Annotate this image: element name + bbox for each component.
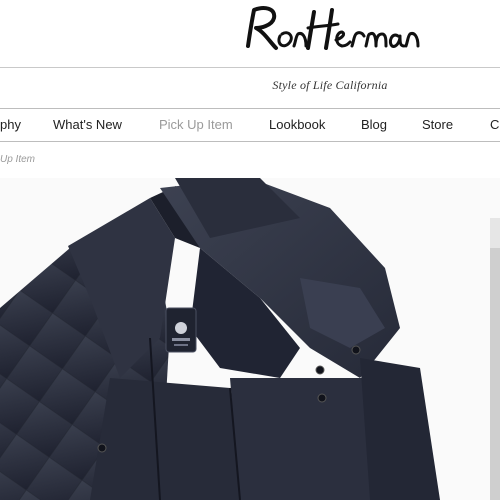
header-divider xyxy=(0,67,500,68)
jacket-illustration xyxy=(0,178,500,500)
nav-item-contact[interactable]: C xyxy=(490,117,499,132)
brand-badge xyxy=(165,307,197,353)
tagline: Style of Life California xyxy=(272,78,388,92)
header-logo-area xyxy=(0,0,500,66)
nav-item-whats-new[interactable]: What's New xyxy=(53,117,122,132)
nav-item-store[interactable]: Store xyxy=(422,117,453,132)
nav-item-lookbook[interactable]: Lookbook xyxy=(269,117,325,132)
nav-item-blog[interactable]: Blog xyxy=(361,117,387,132)
nav-item-photography[interactable]: phy xyxy=(0,117,21,132)
breadcrumb: Up Item xyxy=(0,154,35,165)
breadcrumb-current[interactable]: Up Item xyxy=(0,154,35,165)
product-image xyxy=(0,178,500,500)
nav-item-pick-up-item[interactable]: Pick Up Item xyxy=(159,117,233,132)
main-nav: phy What's New Pick Up Item Lookbook Blo… xyxy=(0,108,500,142)
ron-herman-logo[interactable] xyxy=(236,2,426,62)
